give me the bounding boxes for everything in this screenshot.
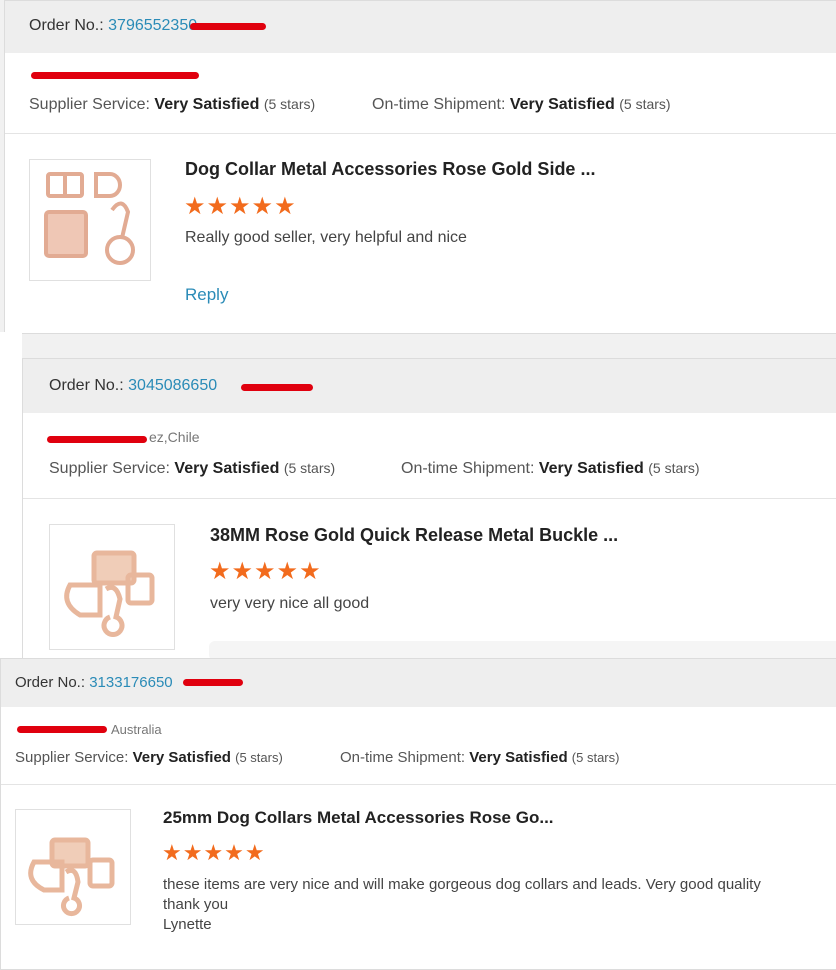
supplier-service-stars: (5 stars) [263,96,316,112]
review-card: Order No.: 3133176650 Australia Supplier… [0,658,836,970]
redaction-mark [31,72,199,79]
redaction-mark [47,436,147,443]
product-title[interactable]: 25mm Dog Collars Metal Accessories Rose … [163,808,554,828]
review-comment-line: these items are very nice and will make … [163,876,761,893]
order-number-line: Order No.: 3045086650 [49,377,217,395]
review-card: Order No.: 3045086650 ez,Chile Supplier … [22,358,836,660]
supplier-service-label: Supplier Service: [49,460,170,477]
order-number-line: Order No.: 3133176650 [15,674,173,691]
review-comment: Really good seller, very helpful and nic… [185,229,467,246]
order-label: Order No.: [49,377,124,394]
order-number-link[interactable]: 3133176650 [89,674,172,691]
order-number-link[interactable]: 3796552350 [108,17,197,34]
supplier-service-stars: (5 stars) [283,460,336,476]
buckle-set-image [44,172,135,265]
redaction-mark [17,726,107,733]
redaction-mark [190,23,266,30]
buyer-location: ez,Chile [149,429,200,445]
shipment-stars: (5 stars) [619,96,671,112]
redaction-mark [241,384,313,391]
section-divider [5,133,836,134]
shipment-value: Very Satisfied [469,749,568,766]
review-comment: these items are very nice and will make … [163,875,803,935]
supplier-service-value: Very Satisfied [154,96,260,113]
product-title[interactable]: 38MM Rose Gold Quick Release Metal Buckl… [210,525,618,546]
shipment-ratings: On-time Shipment: Very Satisfied (5 star… [372,96,671,114]
review-comment-line: thank you [163,896,229,913]
section-divider [1,784,836,785]
shipment-stars: (5 stars) [571,750,620,765]
review-comment: very very nice all good [210,595,370,612]
shipment-label: On-time Shipment: [340,749,466,766]
review-comment-line: Lynette [163,916,212,933]
shipment-ratings: On-time Shipment: Very Satisfied (5 star… [401,460,700,478]
reply-link[interactable]: Reply [185,285,228,305]
product-title[interactable]: Dog Collar Metal Accessories Rose Gold S… [185,159,595,180]
order-label: Order No.: [15,674,86,691]
supplier-service-stars: (5 stars) [235,750,283,765]
shipment-label: On-time Shipment: [372,96,506,113]
review-card: Order No.: 3796552350 Supplier Service: … [4,0,836,334]
seller-ratings: Supplier Service: Very Satisfied (5 star… [29,96,315,114]
redaction-mark [183,679,243,686]
buckle-set-image [28,837,115,917]
shipment-value: Very Satisfied [538,460,644,477]
seller-ratings: Supplier Service: Very Satisfied (5 star… [49,460,335,478]
supplier-service-value: Very Satisfied [132,749,231,766]
seller-ratings: Supplier Service: Very Satisfied (5 star… [15,749,283,766]
order-number-line: Order No.: 3796552350 [29,17,197,35]
order-number-link[interactable]: 3045086650 [128,377,217,394]
product-thumbnail[interactable] [15,809,131,925]
order-label: Order No.: [29,17,104,34]
section-divider [23,498,836,499]
star-rating: ★★★★★ [162,840,266,865]
shipment-value: Very Satisfied [509,96,615,113]
buckle-set-image [64,550,155,637]
product-thumbnail[interactable] [29,159,151,281]
shipment-stars: (5 stars) [648,460,700,476]
buyer-location: Australia [111,722,162,737]
shipment-ratings: On-time Shipment: Very Satisfied (5 star… [340,749,619,766]
product-thumbnail[interactable] [49,524,175,650]
supplier-service-label: Supplier Service: [29,96,150,113]
star-rating: ★★★★★ [184,193,297,220]
supplier-service-value: Very Satisfied [174,460,280,477]
star-rating: ★★★★★ [209,558,322,585]
page-gap [0,332,22,658]
shipment-label: On-time Shipment: [401,460,535,477]
supplier-service-label: Supplier Service: [15,749,129,766]
